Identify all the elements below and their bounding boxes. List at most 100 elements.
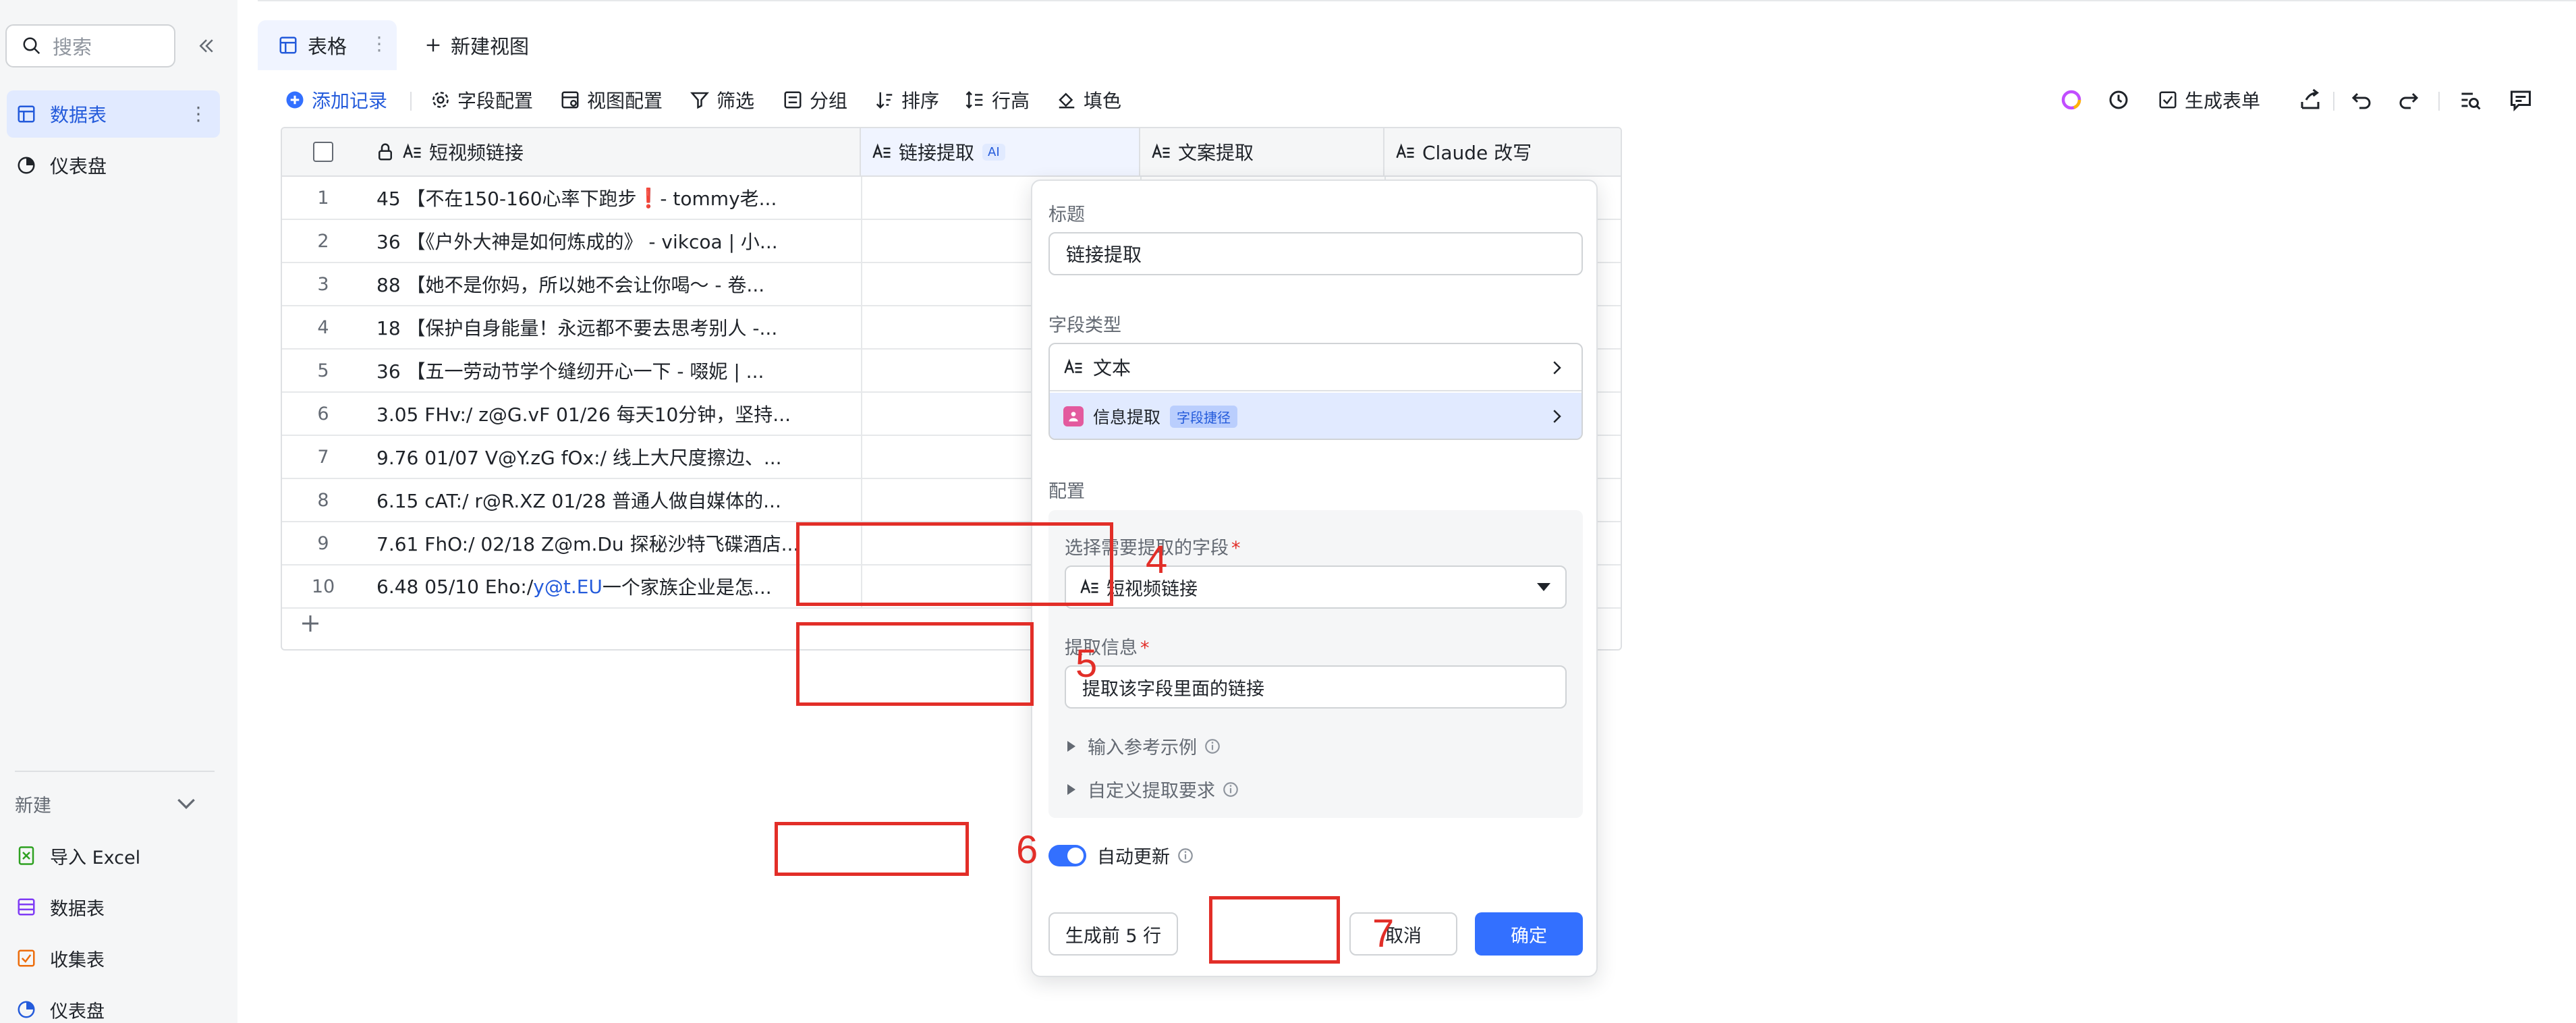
cell-text-tail: 一个家族企业是怎...	[602, 576, 772, 599]
annotation-box-4	[796, 522, 1113, 606]
search-records-icon[interactable]	[2459, 88, 2483, 112]
chevron-down-icon[interactable]	[173, 790, 200, 817]
row-number: 5	[317, 360, 329, 381]
undo-icon[interactable]	[2349, 88, 2374, 112]
new-view-button[interactable]: 新建视图	[424, 20, 529, 70]
column-header-label: 链接提取	[899, 142, 975, 164]
search-input[interactable]: 搜索	[5, 24, 175, 67]
chevron-right-icon	[1553, 410, 1561, 423]
row-number: 3	[317, 273, 329, 295]
row-number: 9	[317, 532, 329, 554]
cell-link[interactable]: 6.48 05/10 Eho:/ y@t.EU 一个家族企业是怎...	[376, 565, 849, 607]
field-type-extract-option[interactable]: 信息提取 字段捷径	[1050, 393, 1581, 439]
new-import-excel[interactable]: 导入 Excel	[7, 834, 220, 877]
add-record-button[interactable]: 添加记录	[285, 78, 387, 121]
generate-form-button[interactable]: 生成表单	[2158, 78, 2260, 121]
field-type-extract-label: 信息提取	[1093, 408, 1161, 427]
tab-label: 表格	[308, 35, 347, 58]
new-form[interactable]: 收集表	[7, 937, 220, 980]
field-type-text-label: 文本	[1093, 357, 1131, 379]
column-header-label: 文案提取	[1178, 142, 1254, 164]
view-settings-icon	[561, 91, 579, 109]
cell-link[interactable]: 36 【五一劳动节学个缝纫开心一下 - 啜妮 | ...	[376, 350, 849, 391]
filter-button[interactable]: 筛选	[690, 78, 754, 121]
add-row-icon[interactable]	[298, 611, 323, 636]
field-title-value: 链接提取	[1066, 244, 1142, 266]
custom-requirements-expander[interactable]: 自定义提取要求	[1067, 776, 1239, 802]
column-header-extract[interactable]: 链接提取 AI	[861, 128, 1140, 175]
auto-update-toggle[interactable]	[1048, 844, 1086, 866]
toolbar: 添加记录 字段配置 视图配置 筛选 分组 排序 行高 填色 生成表单	[258, 78, 2576, 121]
field-title-input[interactable]: 链接提取	[1048, 232, 1583, 275]
column-header-claude[interactable]: Claude 改写	[1384, 128, 1621, 175]
text-field-icon	[1396, 143, 1414, 159]
extract-info-input[interactable]: 提取该字段里面的链接	[1065, 665, 1567, 709]
reference-example-expander[interactable]: 输入参考示例	[1067, 733, 1221, 759]
redo-icon[interactable]	[2397, 88, 2421, 112]
cell-link[interactable]: 7.61 FhO:/ 02/18 Z@m.Du 探秘沙特飞碟酒店...	[376, 522, 849, 564]
field-type-label: 字段类型	[1048, 315, 1121, 336]
share-icon[interactable]	[2298, 88, 2322, 112]
field-config-button[interactable]: 字段配置	[430, 78, 533, 121]
cell-link-text[interactable]: y@t.EU	[533, 576, 603, 598]
tab-more-icon[interactable]: ⋮	[370, 32, 389, 55]
generate-first-5-button[interactable]: 生成前 5 行	[1048, 912, 1178, 956]
annotation-box-5	[796, 622, 1034, 706]
info-extract-icon	[1063, 406, 1084, 426]
toolbar-divider	[2438, 92, 2440, 111]
form-icon	[18, 949, 35, 967]
comment-icon[interactable]	[2509, 88, 2533, 112]
search-icon	[23, 37, 40, 55]
plus-circle-icon	[286, 91, 304, 109]
group-label: 分组	[810, 90, 848, 112]
info-icon[interactable]	[1222, 781, 1239, 798]
search-placeholder: 搜索	[53, 36, 92, 59]
sidebar-item-datatable[interactable]: 数据表 ⋮	[7, 90, 220, 138]
generate-form-label: 生成表单	[2185, 90, 2261, 112]
cell-link[interactable]: 3.05 FHv:/ z@G.vF 01/26 每天10分钟，坚持...	[376, 393, 849, 435]
view-config-button[interactable]: 视图配置	[560, 78, 663, 121]
text-field-icon	[872, 143, 891, 159]
column-header-copy[interactable]: 文案提取	[1140, 128, 1384, 175]
sort-button[interactable]: 排序	[874, 78, 939, 121]
text-field-icon	[1064, 358, 1082, 374]
row-height-label: 行高	[992, 90, 1030, 112]
text-field-icon	[403, 143, 421, 159]
row-number: 2	[317, 230, 329, 252]
caret-right-icon	[1067, 740, 1075, 752]
new-datatable[interactable]: 数据表	[7, 885, 220, 929]
paint-bucket-icon	[1059, 92, 1075, 109]
source-field-select[interactable]: 短视频链接	[1065, 565, 1567, 609]
config-section: 选择需要提取的字段 * 短视频链接 提取信息 * 提取该字段里面的链接 输入参考示例…	[1048, 510, 1583, 818]
add-record-label: 添加记录	[312, 90, 388, 112]
cancel-button[interactable]: 取消	[1349, 912, 1457, 956]
new-item-label: 数据表	[50, 898, 105, 920]
confirm-button[interactable]: 确定	[1475, 912, 1583, 956]
ai-assistant-icon[interactable]	[2059, 88, 2083, 112]
cell-link[interactable]: 88 【她不是你妈，所以她不会让你喝～ - 卷...	[376, 263, 849, 305]
auto-update-row: 自动更新	[1048, 842, 1194, 868]
fill-color-button[interactable]: 填色	[1057, 78, 1121, 121]
group-button[interactable]: 分组	[783, 78, 847, 121]
row-number: 4	[317, 316, 329, 338]
select-all-checkbox[interactable]	[282, 128, 364, 175]
new-dashboard[interactable]: 仪表盘	[7, 988, 220, 1023]
column-header-link[interactable]: 短视频链接	[364, 128, 861, 175]
cell-link[interactable]: 36 【《户外大神是如何炼成的》 - vikcoa | 小...	[376, 220, 849, 262]
row-height-button[interactable]: 行高	[965, 78, 1030, 121]
cell-link[interactable]: 6.15 cAT:/ r@R.XZ 01/28 普通人做自媒体的...	[376, 479, 849, 521]
toolbar-divider	[2333, 92, 2334, 111]
collapse-sidebar-button[interactable]	[193, 32, 220, 59]
more-options-icon[interactable]: ⋮	[189, 104, 208, 124]
table-icon	[18, 898, 35, 916]
sidebar-item-dashboard[interactable]: 仪表盘	[7, 142, 220, 189]
column-header-label: 短视频链接	[429, 142, 524, 164]
info-icon[interactable]	[1204, 738, 1221, 755]
field-type-text-option[interactable]: 文本	[1050, 344, 1581, 391]
cell-link[interactable]: 45 【不在150-160心率下跑步 ❗ - tommy老...	[376, 177, 849, 219]
info-icon[interactable]	[1177, 847, 1194, 864]
cell-link[interactable]: 9.76 01/07 V@Y.zG fOx:/ 线上大尺度擦边、...	[376, 436, 849, 478]
top-divider	[258, 0, 2576, 1]
automation-icon[interactable]	[2106, 88, 2131, 112]
cell-link[interactable]: 18 【保护自身能量！永远都不要去思考别人 -...	[376, 306, 849, 348]
